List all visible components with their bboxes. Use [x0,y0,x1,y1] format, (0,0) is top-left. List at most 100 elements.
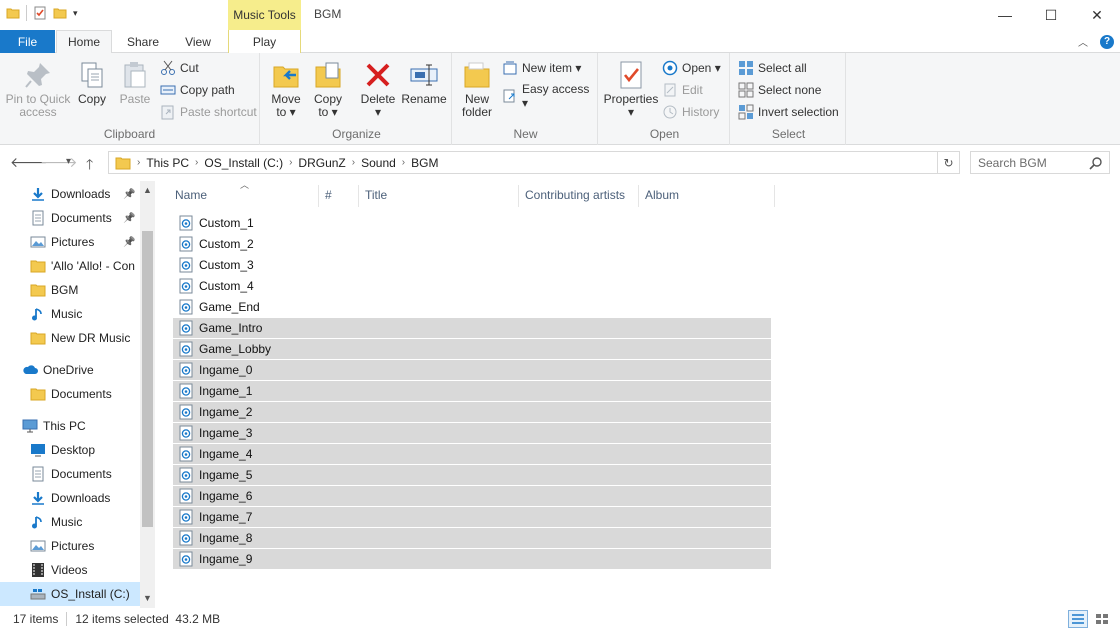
nav-item[interactable]: Pictures 📌 [0,230,140,254]
nav-item[interactable]: This PC [0,414,140,438]
column-divider[interactable] [358,185,359,207]
column-header-album[interactable]: Album [640,181,774,208]
file-row[interactable]: Ingame_0 [173,360,771,380]
edit-button[interactable]: Edit [662,82,703,98]
new-item-button[interactable]: New item ▾ [502,60,581,76]
properties-button[interactable]: Properties ▾ [602,59,660,119]
rename-button[interactable]: Rename [400,59,448,106]
select-none-button[interactable]: Select none [738,82,821,98]
maximize-button[interactable]: ☐ [1028,0,1074,30]
breadcrumb-separator-icon[interactable]: › [289,157,292,168]
nav-item[interactable]: New DR Music [0,326,140,350]
breadcrumb-separator-icon[interactable]: › [352,157,355,168]
file-row[interactable]: Custom_4 [173,276,771,296]
column-divider[interactable] [774,185,775,207]
file-row[interactable]: Ingame_7 [173,507,771,527]
tab-view[interactable]: View [172,30,224,53]
close-button[interactable]: ✕ [1074,0,1120,30]
tab-play[interactable]: Play [228,30,301,53]
breadcrumb-item[interactable]: DRGunZ [298,156,345,170]
nav-pane-scrollbar[interactable]: ▲ ▼ [140,181,155,608]
delete-button[interactable]: Delete ▾ [358,59,398,119]
move-to-button[interactable]: Move to ▾ [268,59,304,119]
breadcrumb-separator-icon[interactable]: › [137,157,140,168]
nav-item[interactable]: BGM [0,278,140,302]
file-row[interactable]: Custom_1 [173,213,771,233]
up-arrow-icon[interactable]: 🡑 [86,154,93,178]
properties-icon[interactable] [33,6,47,20]
history-button[interactable]: History [662,104,719,120]
file-row[interactable]: Ingame_5 [173,465,771,485]
file-row[interactable]: Custom_2 [173,234,771,254]
scroll-up-icon[interactable]: ▲ [143,185,152,195]
file-row[interactable]: Game_Intro [173,318,771,338]
scroll-down-icon[interactable]: ▼ [143,593,152,603]
pin-quick-access-button[interactable]: Pin to Quick access [4,59,72,119]
open-button[interactable]: Open ▾ [662,60,721,76]
easy-access-button[interactable]: Easy access ▾ [502,82,597,110]
nav-item[interactable]: Pictures [0,534,140,558]
address-bar[interactable]: › This PC › OS_Install (C:) › DRGunZ › Sound › BG… [108,151,938,174]
file-row[interactable]: Ingame_8 [173,528,771,548]
copy-path-button[interactable]: Copy path [160,82,235,98]
breadcrumb-separator-icon[interactable]: › [195,157,198,168]
new-folder-button[interactable]: New folder [460,59,494,119]
new-folder-icon[interactable] [53,6,67,20]
tab-file[interactable]: File [0,30,55,53]
breadcrumb-item[interactable]: BGM [411,156,438,170]
column-divider[interactable] [318,185,319,207]
tab-home[interactable]: Home [56,30,112,54]
file-row[interactable]: Custom_3 [173,255,771,275]
file-row[interactable]: Ingame_4 [173,444,771,464]
breadcrumb-item[interactable]: This PC [146,156,189,170]
breadcrumb-item[interactable]: Sound [361,156,396,170]
search-input[interactable]: Search BGM [970,151,1110,174]
file-row[interactable]: Ingame_9 [173,549,771,569]
invert-selection-button[interactable]: Invert selection [738,104,839,120]
column-header-name[interactable]: Name [170,181,318,208]
nav-item[interactable]: OS_Install (C:) [0,582,140,606]
nav-item[interactable]: Downloads [0,486,140,510]
column-header-contributing-artists[interactable]: Contributing artists [520,181,638,208]
nav-item[interactable]: Desktop [0,438,140,462]
nav-item[interactable]: 'Allo 'Allo! - Con [0,254,140,278]
file-row[interactable]: Ingame_6 [173,486,771,506]
breadcrumb-separator-icon[interactable]: › [402,157,405,168]
details-view-button[interactable] [1068,610,1088,628]
nav-item[interactable]: OneDrive [0,358,140,382]
file-row[interactable]: Game_End [173,297,771,317]
nav-item[interactable]: Documents [0,462,140,486]
nav-item[interactable]: Documents 📌 [0,206,140,230]
file-row[interactable]: Ingame_3 [173,423,771,443]
file-row[interactable]: Ingame_1 [173,381,771,401]
breadcrumb-item[interactable]: OS_Install (C:) [204,156,283,170]
recent-locations-chevron-icon[interactable]: ▾ [66,156,71,167]
column-header-number[interactable]: # [320,181,358,208]
cut-button[interactable]: Cut [160,60,199,76]
pin-icon[interactable]: 📌 [123,213,135,224]
help-icon[interactable]: ? [1100,34,1114,49]
column-divider[interactable] [638,185,639,207]
nav-item[interactable]: Videos [0,558,140,582]
nav-item[interactable]: Documents [0,382,140,406]
tab-share[interactable]: Share [115,30,171,53]
refresh-button[interactable]: ↻ [938,151,960,174]
large-icons-view-button[interactable] [1092,610,1112,628]
folder-icon[interactable] [6,6,20,20]
nav-item[interactable]: Downloads 📌 [0,182,140,206]
file-row[interactable]: Ingame_2 [173,402,771,422]
column-header-title[interactable]: Title [360,181,518,208]
file-row[interactable]: Game_Lobby [173,339,771,359]
copy-to-button[interactable]: Copy to ▾ [310,59,346,119]
customize-dropdown-icon[interactable]: ▾ [73,8,78,19]
forward-arrow-icon[interactable]: 🡒 [40,154,78,171]
pin-icon[interactable]: 📌 [123,237,135,248]
pin-icon[interactable]: 📌 [123,189,135,200]
paste-button[interactable]: Paste [116,59,154,106]
scrollbar-thumb[interactable] [142,231,153,527]
copy-button[interactable]: Copy [74,59,110,106]
paste-shortcut-button[interactable]: Paste shortcut [160,104,257,120]
nav-item[interactable]: Music [0,302,140,326]
collapse-ribbon-icon[interactable]: ︿ [1078,34,1088,49]
minimize-button[interactable]: — [982,0,1028,30]
